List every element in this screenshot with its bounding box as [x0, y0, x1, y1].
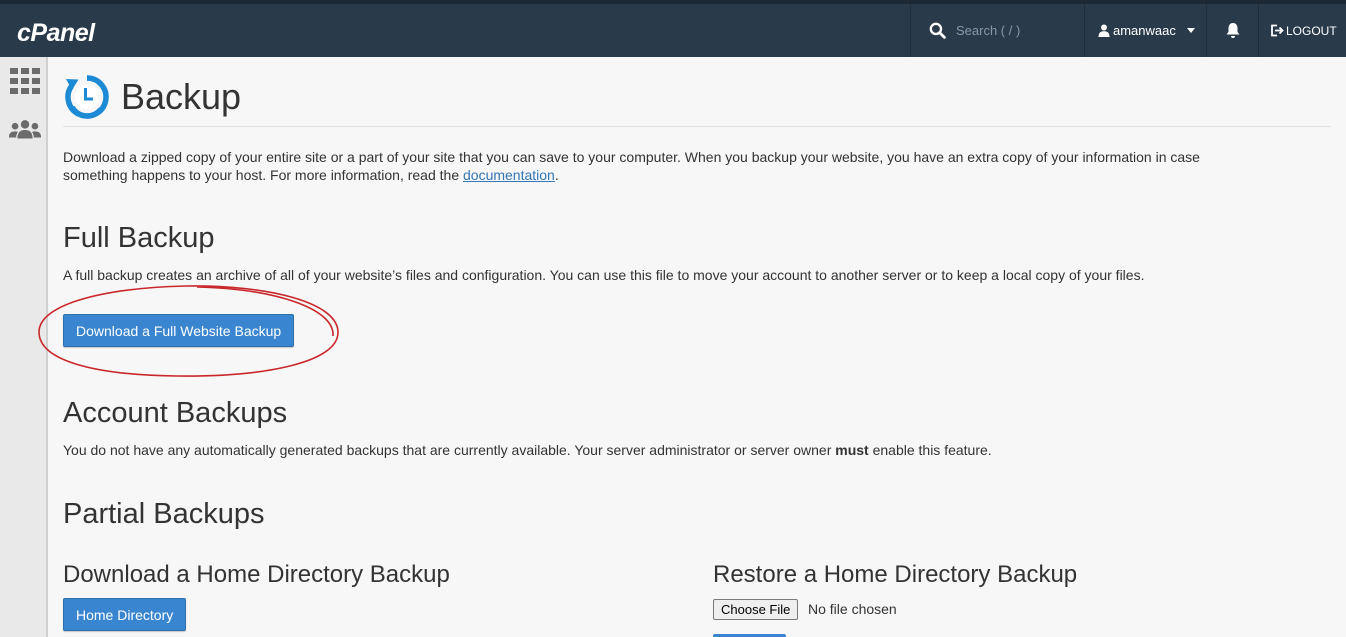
backup-icon [65, 75, 109, 119]
account-backups-text-end: enable this feature. [868, 442, 992, 458]
partial-backups-heading: Partial Backups [63, 498, 265, 530]
intro-line-1: Download a zipped copy of your entire si… [63, 149, 1200, 165]
sidebar-item-home[interactable] [8, 64, 42, 98]
logout-icon [1271, 24, 1284, 37]
intro-line-2: something happens to your host. For more… [63, 166, 1200, 184]
notifications-button[interactable] [1206, 4, 1258, 57]
choose-file-button[interactable]: Choose File [713, 599, 799, 620]
intro-period: . [554, 167, 559, 183]
search-input[interactable] [956, 23, 1076, 38]
title-divider [63, 126, 1331, 127]
cpanel-logo[interactable]: cPanel [17, 19, 95, 48]
logout-label: LOGOUT [1286, 23, 1337, 38]
chevron-down-icon [1186, 28, 1195, 33]
intro-line-2-text: something happens to your host. For more… [63, 167, 460, 183]
no-file-chosen-text: No file chosen [808, 601, 897, 617]
logout-button[interactable]: LOGOUT [1258, 4, 1346, 57]
sidebar-item-users[interactable] [8, 113, 42, 147]
download-home-heading: Download a Home Directory Backup [63, 561, 450, 588]
page-header: Backup [63, 67, 241, 127]
documentation-link[interactable]: documentation [463, 167, 555, 183]
grid-icon [10, 68, 40, 94]
user-icon [1098, 24, 1110, 37]
page-title: Backup [121, 76, 242, 117]
home-directory-button[interactable]: Home Directory [63, 598, 187, 631]
restore-home-heading: Restore a Home Directory Backup [713, 561, 1078, 588]
account-backups-heading: Account Backups [63, 397, 288, 429]
full-backup-description: A full backup creates an archive of all … [63, 267, 1145, 283]
account-backups-text-start: You do not have any automatically genera… [63, 442, 836, 458]
annotation-circle [38, 285, 339, 377]
username-label: amanwaac [1113, 23, 1176, 38]
intro-text: Download a zipped copy of your entire si… [63, 148, 1200, 184]
account-backups-text: You do not have any automatically genera… [63, 441, 992, 459]
user-menu[interactable]: amanwaac [1084, 4, 1206, 57]
top-navbar: cPanel amanwaac LOGOUT [0, 0, 1346, 57]
search-icon [929, 22, 946, 39]
users-icon [8, 120, 42, 139]
full-backup-heading: Full Backup [63, 222, 215, 254]
bell-icon [1226, 23, 1239, 38]
account-backups-text-bold: must [835, 442, 869, 458]
search-box[interactable] [910, 4, 1084, 57]
